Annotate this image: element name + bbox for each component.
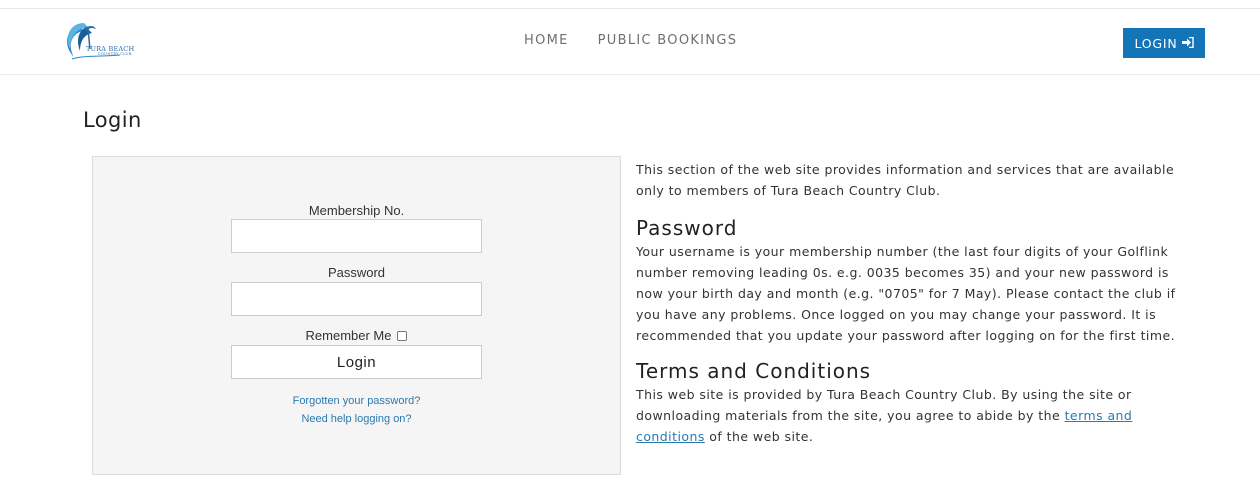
login-form-panel: Membership No. Password Remember Me Logi… — [92, 156, 621, 475]
password-heading: Password — [636, 216, 738, 240]
membership-label: Membership No. — [308, 203, 405, 218]
club-logo[interactable]: TURA BEACH COUNTRY CLUB — [60, 19, 142, 63]
terms-text-after: of the web site. — [704, 429, 814, 444]
terms-heading: Terms and Conditions — [636, 359, 872, 383]
remember-me-checkbox[interactable] — [397, 330, 408, 341]
page-title: Login — [83, 108, 142, 132]
forgot-password-link[interactable]: Forgotten your password? — [93, 395, 620, 407]
terms-text: This web site is provided by Tura Beach … — [636, 384, 1176, 447]
remember-me-row: Remember Me — [93, 328, 620, 343]
password-label: Password — [327, 265, 386, 280]
navbar: TURA BEACH COUNTRY CLUB HOME PUBLIC BOOK… — [0, 9, 1260, 75]
remember-me-label: Remember Me — [305, 328, 392, 343]
header-login-label: LOGIN — [1134, 35, 1178, 51]
main-nav: HOME PUBLIC BOOKINGS — [524, 33, 737, 48]
login-submit-button[interactable]: Login — [231, 345, 482, 379]
password-text: Your username is your membership number … — [636, 244, 1176, 343]
password-input[interactable] — [231, 282, 482, 316]
info-section: This section of the web site provides in… — [636, 159, 1176, 447]
terms-text-before: This web site is provided by Tura Beach … — [636, 387, 1132, 423]
nav-public-bookings-link[interactable]: PUBLIC BOOKINGS — [598, 33, 738, 48]
intro-text: This section of the web site provides in… — [636, 162, 1175, 198]
wave-logo-icon — [67, 23, 121, 60]
nav-home-link[interactable]: HOME — [524, 33, 569, 48]
header-login-button[interactable]: LOGIN — [1123, 28, 1205, 58]
sign-in-icon — [1181, 36, 1194, 50]
login-help-link[interactable]: Need help logging on? — [93, 413, 620, 425]
logo-subtext: COUNTRY CLUB — [98, 52, 132, 56]
membership-input[interactable] — [231, 219, 482, 253]
